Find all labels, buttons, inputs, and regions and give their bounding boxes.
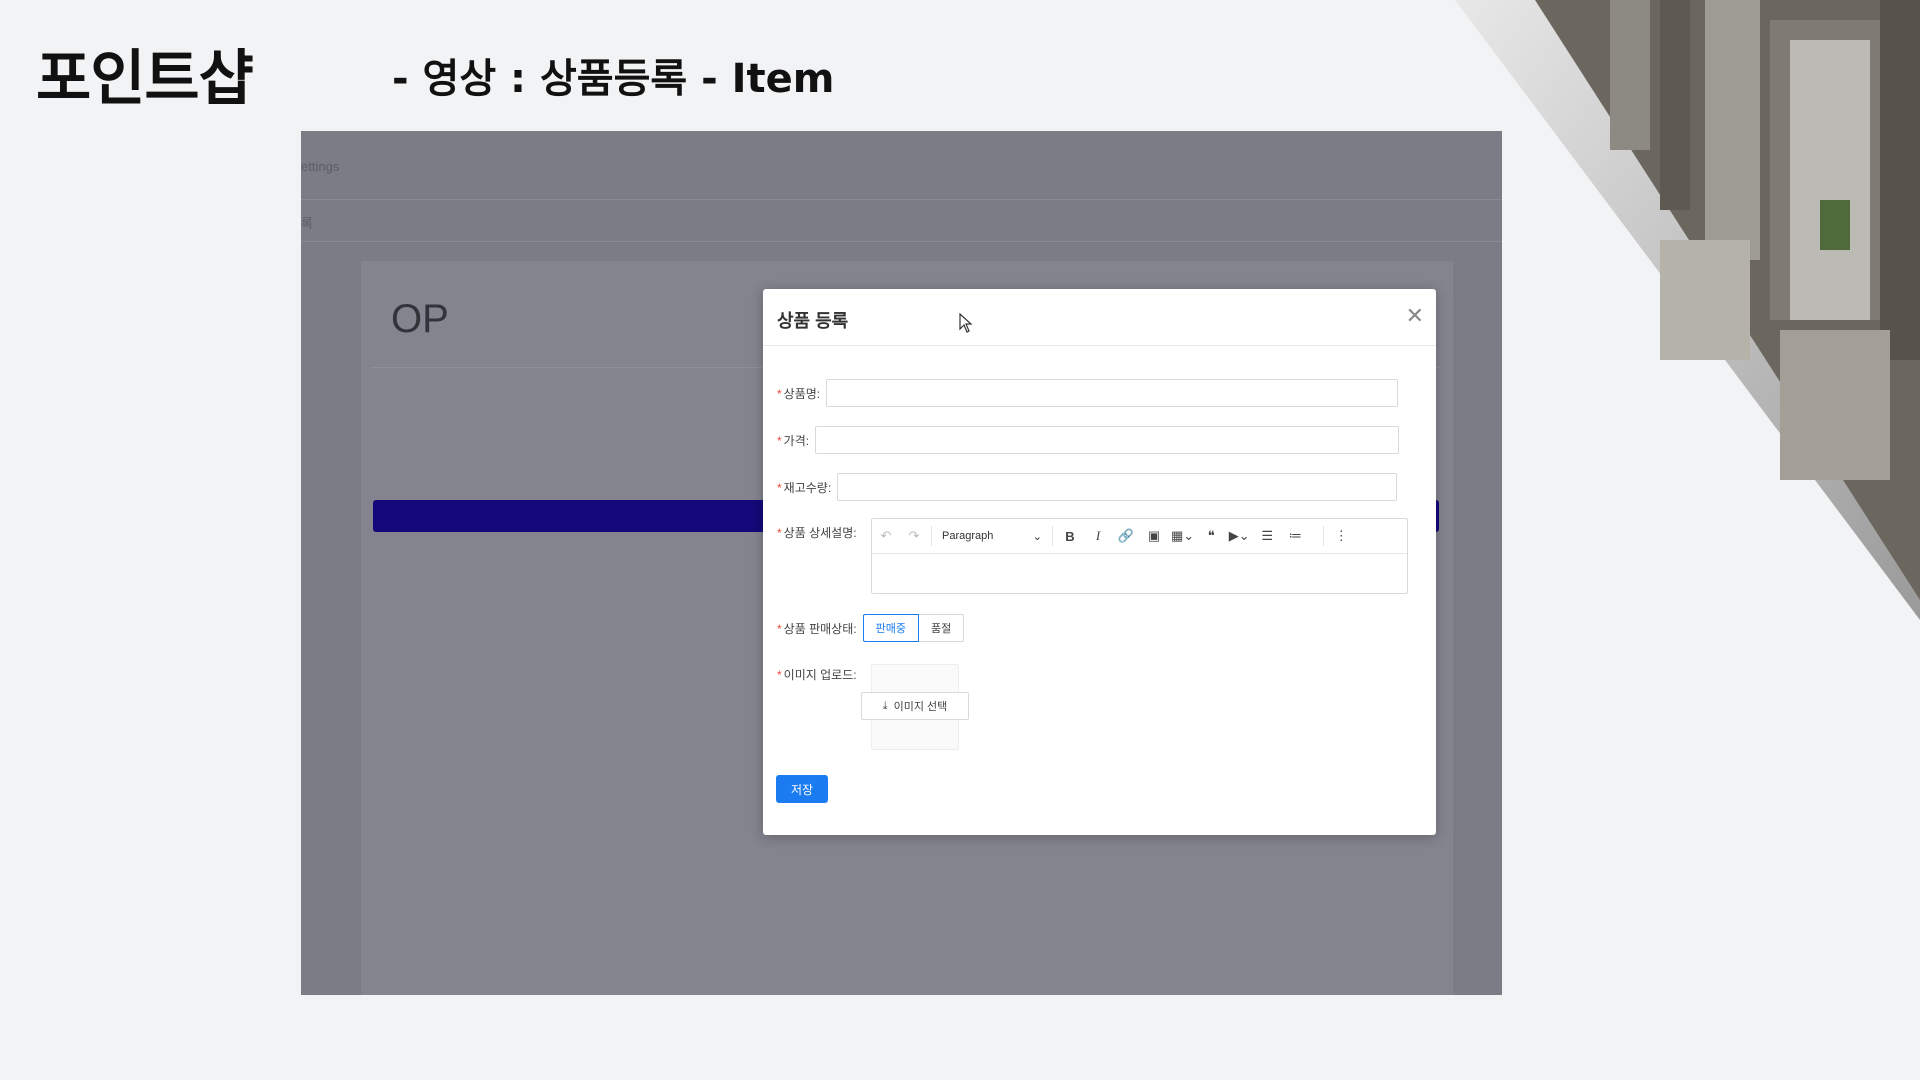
image-icon[interactable]: ▣: [1143, 524, 1165, 548]
toolbar-divider: [1323, 526, 1325, 546]
image-row: * 이미지 업로드:: [777, 666, 857, 683]
editor-body[interactable]: [872, 554, 1407, 592]
page-heading: OP: [391, 297, 449, 341]
price-row: * 가격:: [777, 426, 1400, 454]
product-name-input[interactable]: [826, 379, 1399, 407]
media-embed-icon[interactable]: ▶⌄: [1228, 524, 1250, 548]
status-row: * 상품 판매상태: 판매중 품절: [777, 614, 965, 642]
numbered-list-icon[interactable]: ≔: [1284, 524, 1306, 548]
breadcrumb: 록: [301, 199, 1502, 242]
app-topbar: ettings: [301, 131, 1502, 200]
more-options-icon[interactable]: ⋮: [1330, 524, 1352, 548]
image-select-label: 이미지 선택: [893, 701, 948, 713]
link-icon[interactable]: 🔗: [1115, 524, 1137, 548]
undo-icon[interactable]: ↶: [875, 524, 897, 548]
breadcrumb-item[interactable]: 록: [301, 213, 313, 232]
status-toggle: 판매중 품절: [862, 614, 965, 642]
bold-button[interactable]: B: [1059, 524, 1081, 548]
chevron-down-icon: ⌄: [1032, 530, 1042, 543]
product-name-row: * 상품명:: [777, 379, 1399, 407]
image-select-button[interactable]: ⤓ 이미지 선택: [861, 692, 969, 720]
blockquote-icon[interactable]: ❝: [1200, 524, 1222, 548]
status-label: * 상품 판매상태:: [777, 621, 857, 636]
detail-row: * 상품 상세설명:: [777, 524, 857, 541]
save-button[interactable]: 저장: [776, 775, 828, 803]
slide-subtitle: - 영상 : 상품등록 - Item: [392, 56, 835, 102]
detail-label: * 상품 상세설명:: [777, 526, 857, 540]
italic-button[interactable]: I: [1087, 524, 1109, 548]
redo-icon[interactable]: ↷: [903, 524, 925, 548]
product-name-label: * 상품명:: [777, 386, 821, 401]
price-input[interactable]: [815, 426, 1400, 454]
modal-header: 상품 등록 ✕: [763, 289, 1436, 346]
status-sold-out-option[interactable]: 품절: [918, 614, 965, 642]
toolbar-divider: [1052, 526, 1053, 546]
mouse-cursor-icon: [959, 312, 973, 338]
stock-row: * 재고수량:: [777, 473, 1398, 501]
modal-title: 상품 등록: [777, 311, 849, 331]
paragraph-select[interactable]: Paragraph ⌄: [938, 524, 1046, 548]
app-screenshot: ettings 록 OP 상품 등록 ✕ * 상품명: * 가격: * 재고수량: *…: [301, 131, 1502, 995]
rich-text-editor: ↶ ↷ Paragraph ⌄ B I 🔗 ▣ ▦⌄ ❝ ▶⌄ ☰ ≔ ⋮: [871, 518, 1408, 594]
bulleted-list-icon[interactable]: ☰: [1256, 524, 1278, 548]
upload-icon: ⤓: [882, 699, 888, 712]
table-icon[interactable]: ▦⌄: [1171, 524, 1194, 548]
stock-input[interactable]: [837, 473, 1398, 501]
image-label: * 이미지 업로드:: [777, 668, 857, 682]
product-register-modal: 상품 등록 ✕ * 상품명: * 가격: * 재고수량: * 상품 상세설명: ↶ ↷: [763, 289, 1436, 835]
close-icon[interactable]: ✕: [1406, 303, 1424, 329]
stock-label: * 재고수량:: [777, 480, 832, 495]
price-label: * 가격:: [777, 433, 810, 448]
menu-settings[interactable]: ettings: [301, 159, 339, 174]
status-on-sale-option[interactable]: 판매중: [862, 614, 919, 642]
toolbar-divider: [931, 526, 932, 546]
slide-title: 포인트샵: [36, 44, 254, 114]
editor-toolbar: ↶ ↷ Paragraph ⌄ B I 🔗 ▣ ▦⌄ ❝ ▶⌄ ☰ ≔ ⋮: [872, 519, 1407, 554]
